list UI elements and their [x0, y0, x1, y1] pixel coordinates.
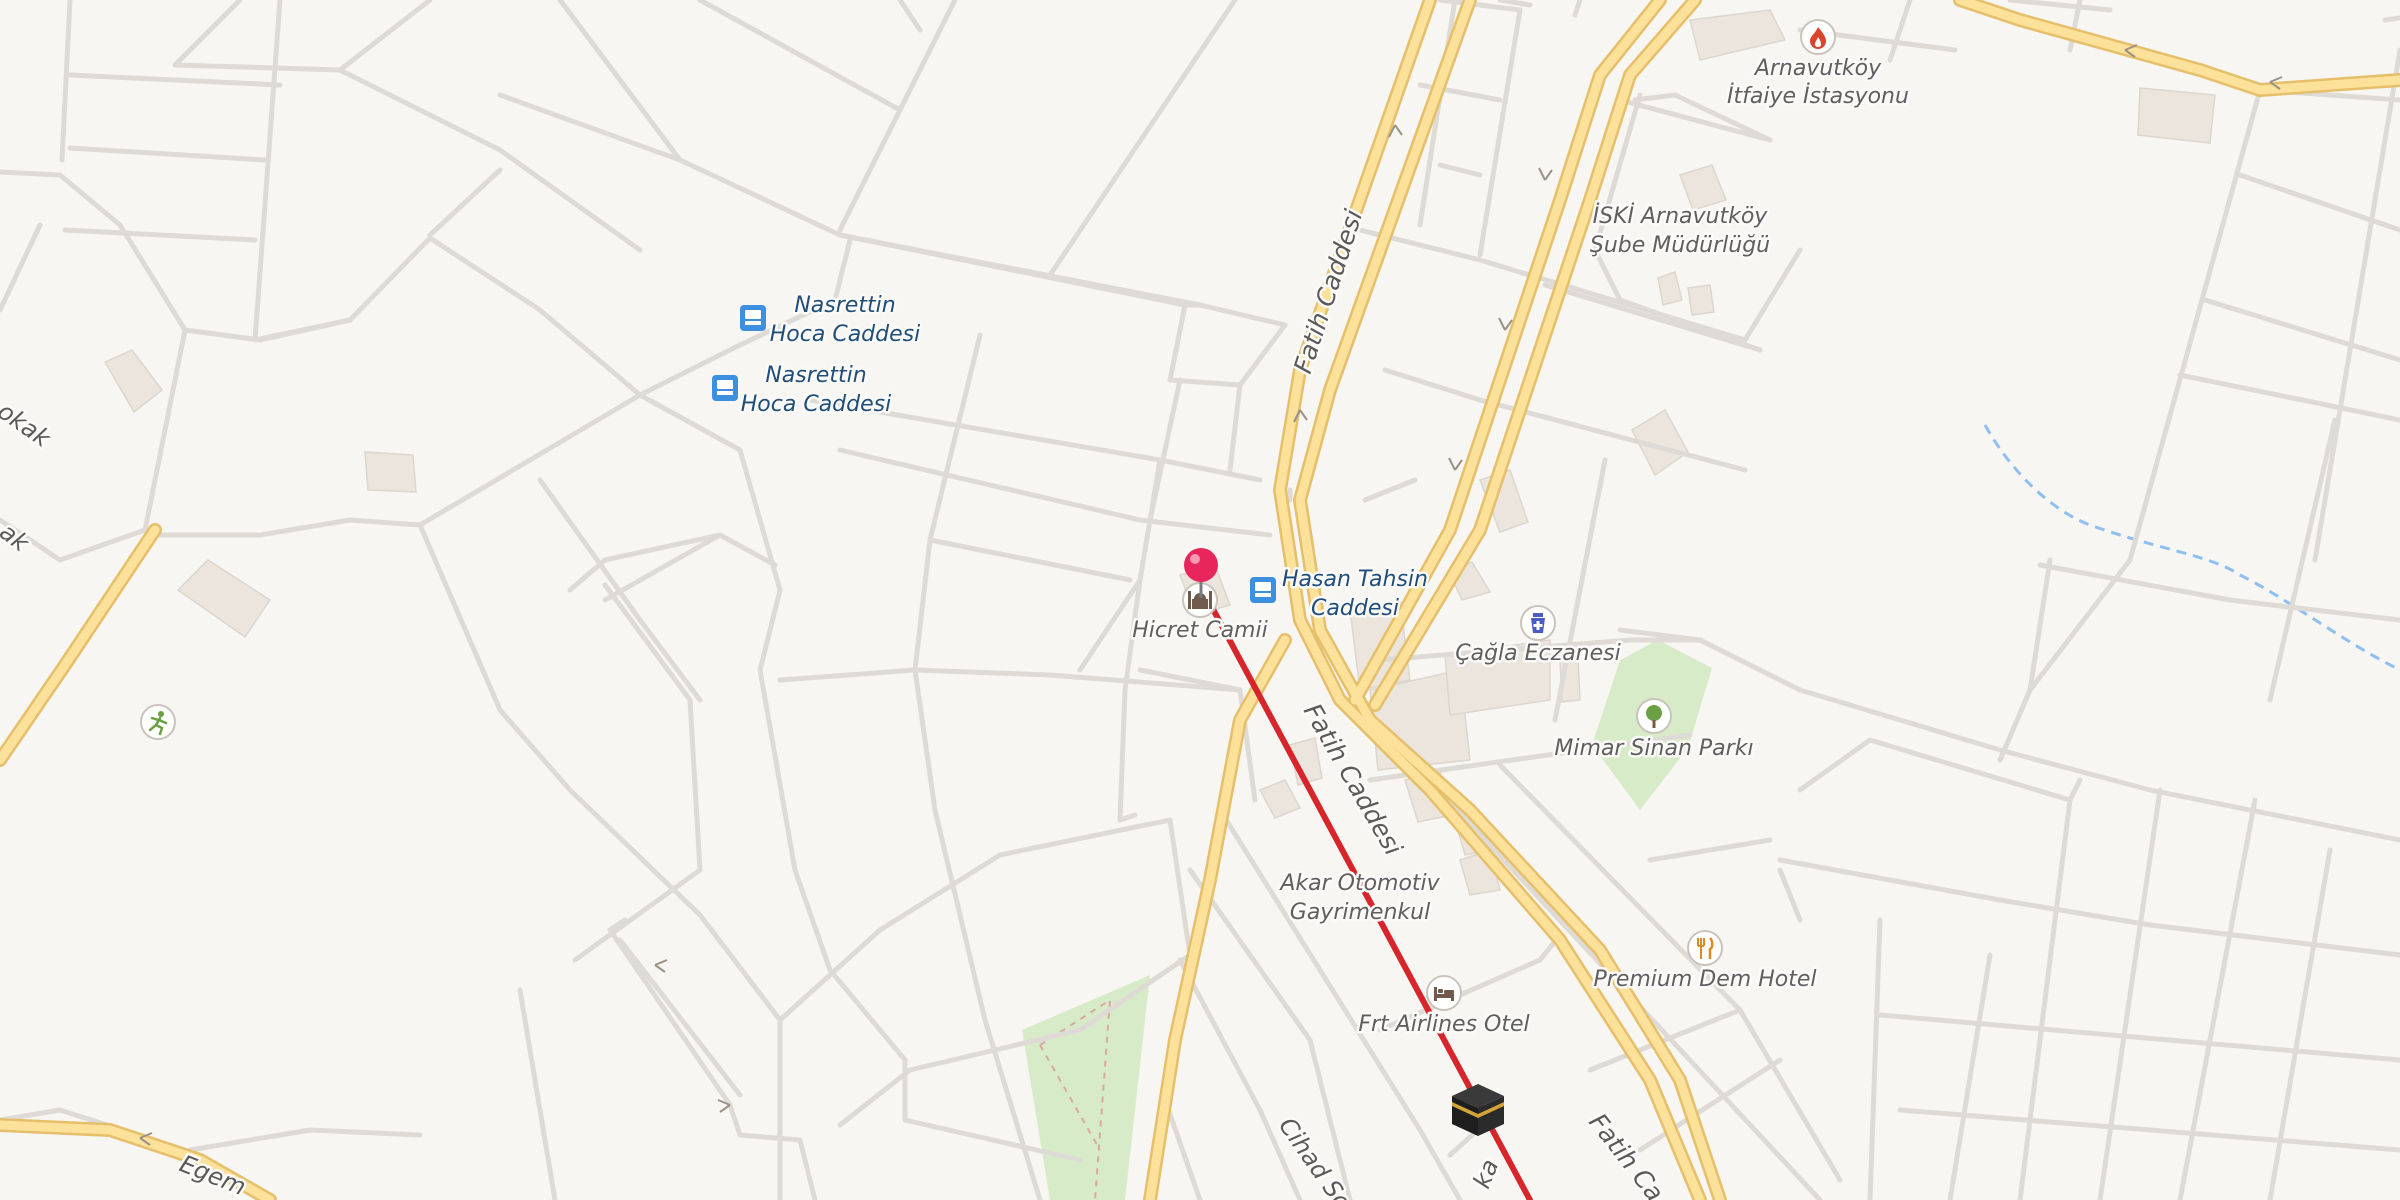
- poi-label: Hicret Camii: [1132, 618, 1267, 643]
- poi-label: Premium Dem Hotel: [1594, 967, 1817, 992]
- hotel-bed-icon: [1426, 975, 1462, 1011]
- poi-label: Arnavutköy: [1753, 56, 1882, 81]
- building: [364, 451, 417, 493]
- tree-icon: [1636, 698, 1672, 734]
- building: [2137, 87, 2216, 144]
- poi-label: Çağla Eczanesi: [1455, 641, 1620, 666]
- bus-stop-label: Hoca Caddesi: [770, 322, 920, 347]
- poi-label: Şube Müdürlüğü: [1590, 233, 1770, 258]
- poi-label: Mimar Sinan Parkı: [1554, 736, 1753, 761]
- poi-label: Akar Otomotiv: [1278, 871, 1440, 896]
- running-figure-icon: [140, 704, 176, 740]
- poi-label: Gayrimenkul: [1290, 900, 1430, 925]
- bus-stop-icon: [712, 375, 738, 401]
- poi-sports[interactable]: [140, 704, 176, 740]
- bus-stop-label: Nasrettin: [765, 363, 866, 388]
- map-canvas[interactable]: Fatih Caddesi Fatih Caddesi Fatih Ca Cih…: [0, 0, 2400, 1200]
- bus-stop-icon: [1250, 577, 1276, 603]
- pharmacy-icon: [1520, 605, 1556, 641]
- poi-label: İtfaiye İstasyonu: [1727, 83, 1909, 109]
- bus-stop-label: Caddesi: [1311, 596, 1399, 621]
- poi-label: Frt Airlines Otel: [1358, 1012, 1529, 1037]
- bus-stop-label: Nasrettin: [794, 293, 895, 318]
- restaurant-icon: [1687, 930, 1723, 966]
- bus-stop-icon: [740, 305, 766, 331]
- building: [1687, 284, 1715, 316]
- poi-label: İSKİ Arnavutköy: [1593, 203, 1769, 229]
- bus-stop-label: Hasan Tahsin: [1282, 567, 1428, 592]
- bus-stop-label: Hoca Caddesi: [741, 392, 891, 417]
- fire-station-icon: [1800, 19, 1836, 55]
- street: [2382, 15, 2400, 23]
